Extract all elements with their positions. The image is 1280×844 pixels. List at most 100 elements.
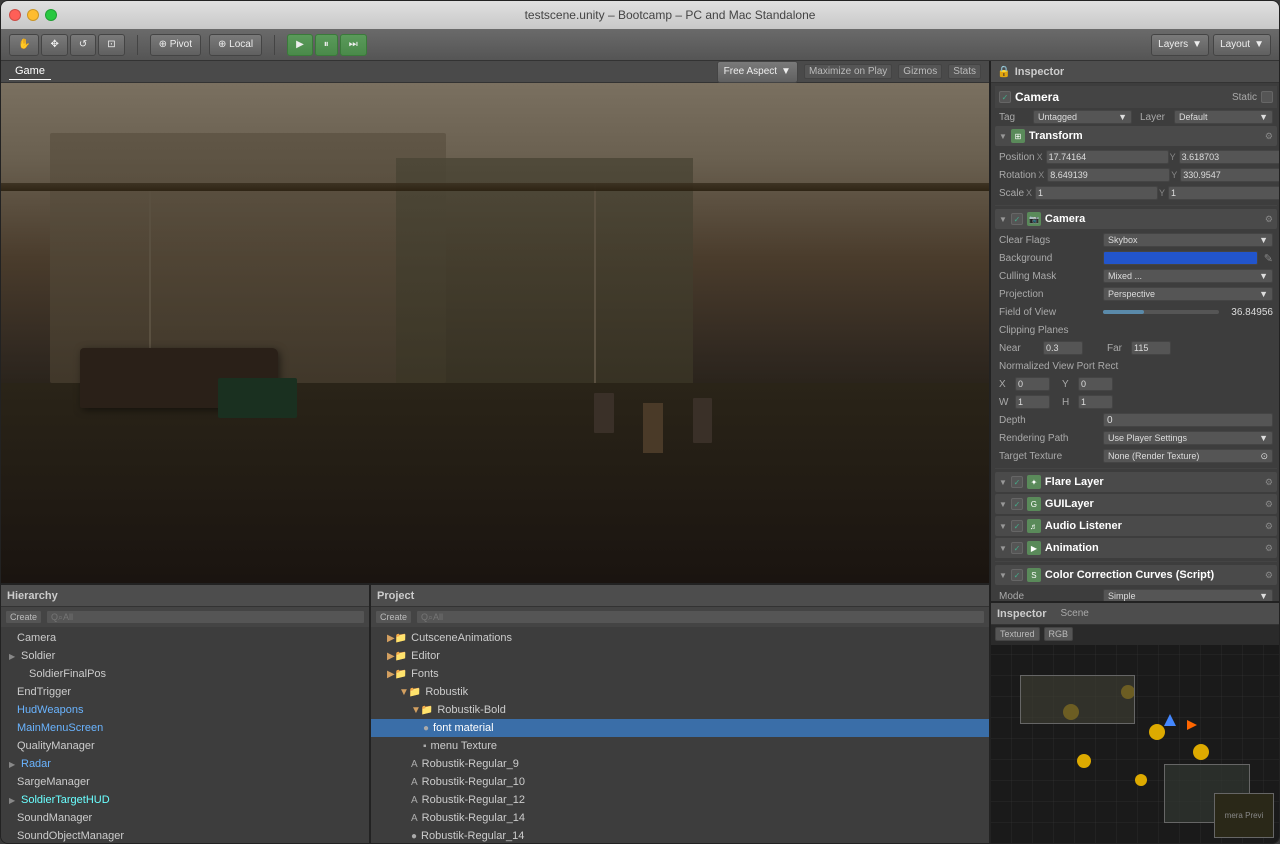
aspect-dropdown[interactable]: Free Aspect ▼ bbox=[717, 61, 798, 83]
animation-header[interactable]: ▼ ✓ ▶ Animation ⚙ bbox=[995, 538, 1277, 558]
list-item[interactable]: ▼📁Robustik-Bold bbox=[371, 701, 989, 719]
cc-enabled-checkbox[interactable]: ✓ bbox=[1011, 569, 1023, 581]
static-checkbox[interactable] bbox=[1261, 91, 1273, 103]
camera-component-header[interactable]: ▼ ✓ 📷 Camera ⚙ bbox=[995, 209, 1277, 229]
scl-y-input[interactable] bbox=[1168, 186, 1279, 200]
cc-mode-dropdown[interactable]: Simple ▼ bbox=[1103, 589, 1273, 601]
font-icon: A bbox=[411, 759, 418, 770]
color-pick-icon[interactable]: ✎ bbox=[1264, 252, 1273, 265]
list-item[interactable]: SoldierFinalPos bbox=[1, 665, 369, 683]
list-item[interactable]: ●Robustik-Regular_14 bbox=[371, 827, 989, 843]
list-item[interactable]: SoundObjectManager bbox=[1, 827, 369, 843]
fov-slider[interactable] bbox=[1103, 310, 1219, 314]
list-item[interactable]: Camera bbox=[1, 629, 369, 647]
camera-icon: 📷 bbox=[1027, 212, 1041, 226]
layer-dropdown[interactable]: Default ▼ bbox=[1174, 110, 1273, 124]
list-item[interactable]: QualityManager bbox=[1, 737, 369, 755]
project-search[interactable] bbox=[416, 610, 985, 624]
vp-w-input[interactable] bbox=[1015, 395, 1050, 409]
pos-y-input[interactable] bbox=[1179, 150, 1279, 164]
rotate-tool[interactable]: ↺ bbox=[70, 34, 96, 56]
gear-icon[interactable]: ⚙ bbox=[1265, 543, 1273, 554]
list-item[interactable]: ▶📁Editor bbox=[371, 647, 989, 665]
minimize-button[interactable] bbox=[27, 9, 39, 21]
list-item[interactable]: ARobustik-Regular_9 bbox=[371, 755, 989, 773]
background-color[interactable] bbox=[1103, 251, 1258, 265]
list-item[interactable]: SargeManager bbox=[1, 773, 369, 791]
list-item[interactable]: ▪menu Texture bbox=[371, 737, 989, 755]
near-input[interactable] bbox=[1043, 341, 1083, 355]
list-item[interactable]: ▼📁Robustik bbox=[371, 683, 989, 701]
gear-icon[interactable]: ⚙ bbox=[1265, 214, 1273, 225]
list-item[interactable]: ▶📁CutsceneAnimations bbox=[371, 629, 989, 647]
game-tab[interactable]: Game bbox=[9, 63, 51, 80]
list-item[interactable]: ▶📁Fonts bbox=[371, 665, 989, 683]
pos-x-input[interactable] bbox=[1046, 150, 1169, 164]
scl-x-input[interactable] bbox=[1035, 186, 1158, 200]
hierarchy-create-btn[interactable]: Create bbox=[5, 610, 42, 624]
guilayer-header[interactable]: ▼ ✓ G GUILayer ⚙ bbox=[995, 494, 1277, 514]
layout-dropdown[interactable]: Layout ▼ bbox=[1213, 34, 1271, 56]
flare-layer-header[interactable]: ▼ ✓ ✦ Flare Layer ⚙ bbox=[995, 472, 1277, 492]
close-button[interactable] bbox=[9, 9, 21, 21]
list-item[interactable]: ARobustik-Regular_10 bbox=[371, 773, 989, 791]
clear-flags-dropdown[interactable]: Skybox ▼ bbox=[1103, 233, 1273, 247]
scale-tool[interactable]: ⊡ bbox=[98, 34, 124, 56]
rendering-dropdown[interactable]: Use Player Settings ▼ bbox=[1103, 431, 1273, 445]
list-item[interactable]: ▶SoldierTargetHUD bbox=[1, 791, 369, 809]
list-item[interactable]: HudWeapons bbox=[1, 701, 369, 719]
gui-enabled-checkbox[interactable]: ✓ bbox=[1011, 498, 1023, 510]
audio-listener-header[interactable]: ▼ ✓ ♬ Audio Listener ⚙ bbox=[995, 516, 1277, 536]
project-create-btn[interactable]: Create bbox=[375, 610, 412, 624]
depth-input[interactable] bbox=[1103, 413, 1273, 427]
list-item[interactable]: ARobustik-Regular_12 bbox=[371, 791, 989, 809]
maximize-on-play-btn[interactable]: Maximize on Play bbox=[804, 64, 892, 79]
vp-h-label: H bbox=[1062, 397, 1074, 408]
hand-tool[interactable]: ✋ bbox=[9, 34, 39, 56]
list-item[interactable]: ▶Radar bbox=[1, 755, 369, 773]
vp-x-input[interactable] bbox=[1015, 377, 1050, 391]
gizmos-btn[interactable]: Gizmos bbox=[898, 64, 942, 79]
list-item[interactable]: ▶Soldier bbox=[1, 647, 369, 665]
stats-btn[interactable]: Stats bbox=[948, 64, 981, 79]
list-item[interactable]: ●font material bbox=[371, 719, 989, 737]
rot-y-input[interactable] bbox=[1180, 168, 1279, 182]
projection-dropdown[interactable]: Perspective ▼ bbox=[1103, 287, 1273, 301]
play-button[interactable]: ▶ bbox=[287, 34, 313, 56]
gear-icon[interactable]: ⚙ bbox=[1265, 477, 1273, 488]
audio-enabled-checkbox[interactable]: ✓ bbox=[1011, 520, 1023, 532]
camera-enabled-checkbox[interactable]: ✓ bbox=[1011, 213, 1023, 225]
gear-icon[interactable]: ⚙ bbox=[1265, 521, 1273, 532]
pause-button[interactable]: ⏸ bbox=[315, 34, 338, 56]
hierarchy-search[interactable] bbox=[46, 610, 365, 624]
culling-mask-dropdown[interactable]: Mixed ... ▼ bbox=[1103, 269, 1273, 283]
list-item[interactable]: ARobustik-Regular_14 bbox=[371, 809, 989, 827]
transform-component-header[interactable]: ▼ ⊞ Transform ⚙ bbox=[995, 126, 1277, 146]
flare-enabled-checkbox[interactable]: ✓ bbox=[1011, 476, 1023, 488]
vp-y-input[interactable] bbox=[1078, 377, 1113, 391]
gear-icon[interactable]: ⚙ bbox=[1265, 570, 1273, 581]
list-item[interactable]: SoundManager bbox=[1, 809, 369, 827]
color-correction-header[interactable]: ▼ ✓ S Color Correction Curves (Script) ⚙ bbox=[995, 565, 1277, 585]
tag-dropdown[interactable]: Untagged ▼ bbox=[1033, 110, 1132, 124]
list-item[interactable]: EndTrigger bbox=[1, 683, 369, 701]
rgb-btn[interactable]: RGB bbox=[1044, 627, 1074, 641]
list-item[interactable]: MainMenuScreen bbox=[1, 719, 369, 737]
layers-dropdown[interactable]: Layers ▼ bbox=[1151, 34, 1209, 56]
move-tool[interactable]: ✥ bbox=[41, 34, 67, 56]
local-button[interactable]: ⊕ Local bbox=[209, 34, 262, 56]
maximize-button[interactable] bbox=[45, 9, 57, 21]
vp-h-input[interactable] bbox=[1078, 395, 1113, 409]
gear-icon[interactable]: ⚙ bbox=[1265, 131, 1273, 142]
step-button[interactable]: ⏭ bbox=[340, 34, 367, 56]
pivot-button[interactable]: ⊕ Pivot bbox=[150, 34, 201, 56]
transform-icon: ⊞ bbox=[1011, 129, 1025, 143]
rot-x-input[interactable] bbox=[1047, 168, 1170, 182]
folder-icon: ▼📁 bbox=[399, 687, 421, 698]
target-dropdown[interactable]: None (Render Texture) ⊙ bbox=[1103, 449, 1273, 463]
active-checkbox[interactable]: ✓ bbox=[999, 91, 1011, 103]
gear-icon[interactable]: ⚙ bbox=[1265, 499, 1273, 510]
textured-btn[interactable]: Textured bbox=[995, 627, 1040, 641]
far-input[interactable] bbox=[1131, 341, 1171, 355]
anim-enabled-checkbox[interactable]: ✓ bbox=[1011, 542, 1023, 554]
